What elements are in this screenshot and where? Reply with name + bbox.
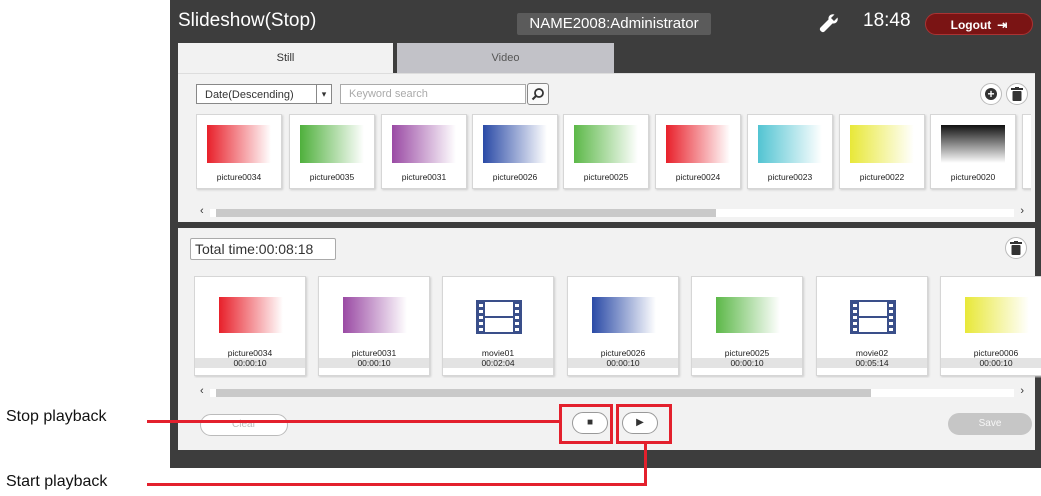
scroll-thumb[interactable] [216, 209, 716, 217]
thumbnail-image [850, 125, 914, 163]
playlist-item-duration: 00:02:04 [443, 358, 553, 368]
user-badge: NAME2008:Administrator [517, 13, 711, 35]
thumbnail-image [574, 125, 638, 163]
playlist-item[interactable]: picture0006 00:00:10 [940, 276, 1041, 376]
playlist-item-label: picture0026 [600, 348, 646, 358]
thumbnail-image [666, 125, 730, 163]
library-item[interactable]: picture0024 [655, 114, 741, 189]
library-item[interactable]: picture0031 [381, 114, 467, 189]
playlist-item[interactable]: picture0026 00:00:10 [567, 276, 679, 376]
playlist-item[interactable]: movie02 00:05:14 [816, 276, 928, 376]
thumbnail-image [758, 125, 822, 163]
thumbnail-image [219, 297, 283, 333]
library-item-label: picture0025 [583, 172, 629, 182]
playlist-item-duration: 00:00:10 [568, 358, 678, 368]
library-item-label: picture0024 [675, 172, 721, 182]
thumbnail-image [941, 125, 1005, 163]
library-item-label: picture0035 [309, 172, 355, 182]
library-item[interactable]: picture0025 [563, 114, 649, 189]
save-button[interactable]: Save [948, 413, 1032, 435]
search-input[interactable]: Keyword search [340, 84, 526, 104]
chevron-left-icon[interactable]: ‹ [200, 385, 204, 397]
chevron-down-icon: ▾ [316, 85, 331, 103]
tab-video[interactable]: Video [397, 43, 614, 73]
playlist-item-duration: 00:00:10 [941, 358, 1041, 368]
thumbnail-image [207, 125, 271, 163]
playlist-item[interactable]: picture0031 00:00:10 [318, 276, 430, 376]
plus-icon: + [985, 88, 997, 100]
stop-callout-label: Stop playback [6, 408, 107, 425]
playlist-items: picture0034 00:00:10 picture0031 00:00:10 … [194, 276, 1041, 378]
library-item[interactable]: picture0035 [289, 114, 375, 189]
film-icon [476, 300, 522, 334]
playlist-item-duration: 00:00:10 [319, 358, 429, 368]
wrench-icon[interactable] [817, 11, 841, 35]
library-item-label: picture0022 [859, 172, 905, 182]
chevron-right-icon[interactable]: › [1020, 385, 1024, 397]
playlist-delete-button[interactable] [1005, 237, 1027, 259]
library-item[interactable]: picture0034 [196, 114, 282, 189]
thumbnail-image [965, 297, 1029, 333]
chevron-left-icon[interactable]: ‹ [200, 205, 204, 217]
library-item-label: picture0023 [767, 172, 813, 182]
play-callout-vertical-line [644, 443, 647, 486]
playlist-item-label: picture0025 [724, 348, 770, 358]
playlist-item-label: picture0031 [351, 348, 397, 358]
playlist-item-label: movie02 [855, 348, 889, 358]
library-panel: Date(Descending) ▾ Keyword search + pict… [178, 73, 1035, 222]
logout-label: Logout [950, 18, 992, 32]
playlist-item-label: picture0034 [227, 348, 273, 358]
playlist-item[interactable]: picture0025 00:00:10 [691, 276, 803, 376]
tab-still[interactable]: Still [178, 43, 393, 73]
search-icon [531, 88, 544, 101]
sort-select-value: Date(Descending) [205, 89, 294, 101]
thumbnail-image [392, 125, 456, 163]
trash-icon [1011, 87, 1023, 101]
stop-callout-line [147, 420, 561, 423]
total-time: Total time:00:08:18 [190, 238, 336, 260]
playlist-item-label: movie01 [481, 348, 515, 358]
library-item-label: picture0034 [216, 172, 262, 182]
library-scrollbar[interactable]: ‹ › [196, 205, 1028, 219]
logout-icon: ⇥ [997, 18, 1008, 32]
library-item-label: picture0026 [492, 172, 538, 182]
thumbnail-image [592, 297, 656, 333]
scroll-thumb[interactable] [216, 389, 871, 397]
delete-button[interactable] [1006, 83, 1028, 105]
library-item[interactable]: picture0020 [930, 114, 1016, 189]
play-callout-line [147, 483, 647, 486]
clock: 18:48 [863, 10, 911, 31]
playlist-item-duration: 00:00:10 [195, 358, 305, 368]
film-icon [850, 300, 896, 334]
slideshow-window: Slideshow(Stop) NAME2008:Administrator 1… [170, 0, 1041, 468]
start-callout-label: Start playback [6, 473, 108, 490]
thumbnail-image [300, 125, 364, 163]
library-item[interactable]: picture0026 [472, 114, 558, 189]
library-item-label: picture0031 [401, 172, 447, 182]
playlist-item-label: picture0006 [973, 348, 1019, 358]
sort-select[interactable]: Date(Descending) ▾ [196, 84, 332, 104]
search-button[interactable] [527, 83, 549, 105]
thumbnail-image [483, 125, 547, 163]
library-item-label: picture0020 [950, 172, 996, 182]
playlist-item[interactable]: movie01 00:02:04 [442, 276, 554, 376]
library-item[interactable]: picture0022 [839, 114, 925, 189]
clear-button[interactable]: Clear [200, 414, 288, 436]
playlist-scrollbar[interactable]: ‹ › [196, 385, 1028, 399]
playlist-item-duration: 00:00:10 [692, 358, 802, 368]
chevron-right-icon[interactable]: › [1020, 205, 1024, 217]
stop-highlight-box [559, 404, 613, 444]
library-item[interactable] [1022, 114, 1031, 189]
library-item[interactable]: picture0023 [747, 114, 833, 189]
trash-icon [1010, 241, 1022, 255]
playlist-item-duration: 00:05:14 [817, 358, 927, 368]
add-button[interactable]: + [980, 83, 1002, 105]
library-thumbnails: picture0034 picture0035 picture0031 pict… [196, 114, 1031, 192]
page-title: Slideshow(Stop) [178, 10, 317, 31]
logout-button[interactable]: Logout ⇥ [925, 13, 1033, 35]
play-highlight-box [616, 404, 672, 444]
thumbnail-image [343, 297, 407, 333]
thumbnail-image [716, 297, 780, 333]
playlist-item[interactable]: picture0034 00:00:10 [194, 276, 306, 376]
